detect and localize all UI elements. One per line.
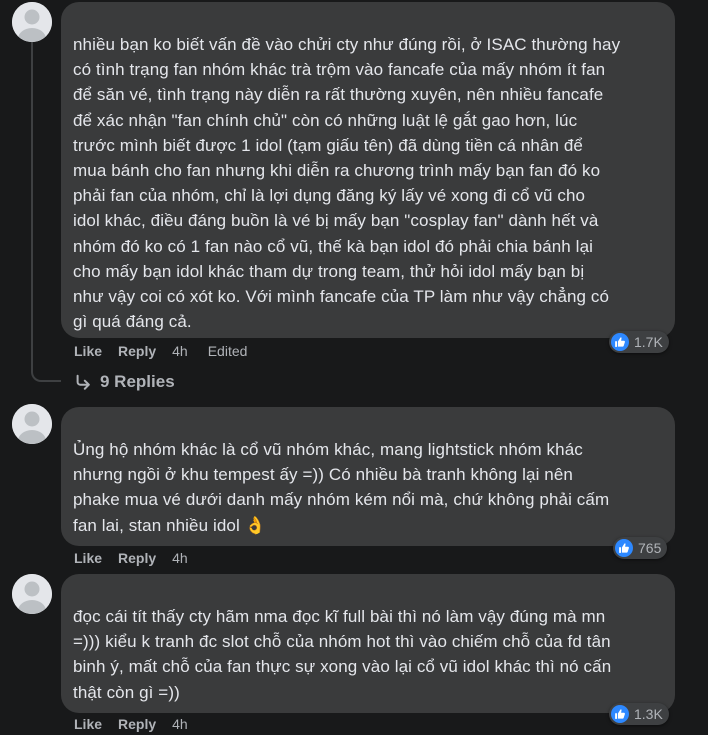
default-avatar-icon [12,2,52,42]
reply-button[interactable]: Reply [118,550,156,566]
comment-text-body: Ủng hộ nhóm khác là cổ vũ nhóm khác, man… [73,440,610,535]
reply-button[interactable]: Reply [118,343,156,359]
reaction-count: 1.7K [634,334,663,350]
default-avatar-icon [12,574,52,614]
comment-bubble: đọc cái tít thấy cty hãm nma đọc kĩ full… [61,574,675,713]
default-avatar-icon [12,404,52,444]
edited-label: Edited [207,343,248,359]
thread-connector-line [31,42,61,382]
like-button[interactable]: Like [74,550,102,566]
comment-actions: Like Reply 4h [74,550,208,566]
reaction-count: 1.3K [634,706,663,722]
reaction-count-badge[interactable]: 1.3K [609,703,669,725]
commenter-avatar[interactable] [12,574,52,614]
reaction-count-badge[interactable]: 765 [613,537,668,559]
thumbs-up-icon [611,705,629,723]
comment-actions: Like Reply 4h [74,716,208,732]
replies-count-label: 9 Replies [100,372,175,391]
comment-timestamp[interactable]: 4h [172,550,188,566]
comment-bubble: Ủng hộ nhóm khác là cổ vũ nhóm khác, man… [61,407,675,546]
comment-text: nhiều bạn ko biết vấn đề vào chửi cty nh… [73,35,621,332]
commenter-avatar[interactable] [12,404,52,444]
reply-arrow-icon [76,374,90,390]
commenter-avatar[interactable] [12,2,52,42]
thumbs-up-icon [615,539,633,557]
reply-button[interactable]: Reply [118,716,156,732]
comment-actions: Like Reply 4h Edited [74,343,247,359]
comment-text: Ủng hộ nhóm khác là cổ vũ nhóm khác, man… [73,437,663,538]
reaction-count: 765 [638,540,662,556]
comment-bubble: nhiều bạn ko biết vấn đề vào chửi cty nh… [61,2,675,338]
like-button[interactable]: Like [74,716,102,732]
comment-timestamp[interactable]: 4h [172,343,188,359]
comment-timestamp[interactable]: 4h [172,716,188,732]
ok-hand-emoji-icon: 👌 [244,515,266,535]
comment-section: nhiều bạn ko biết vấn đề vào chửi cty nh… [0,0,708,735]
comment-text: đọc cái tít thấy cty hãm nma đọc kĩ full… [73,607,612,702]
reaction-count-badge[interactable]: 1.7K [609,331,669,353]
like-button[interactable]: Like [74,343,102,359]
view-replies-button[interactable]: 9 Replies [74,372,175,392]
thumbs-up-icon [611,333,629,351]
